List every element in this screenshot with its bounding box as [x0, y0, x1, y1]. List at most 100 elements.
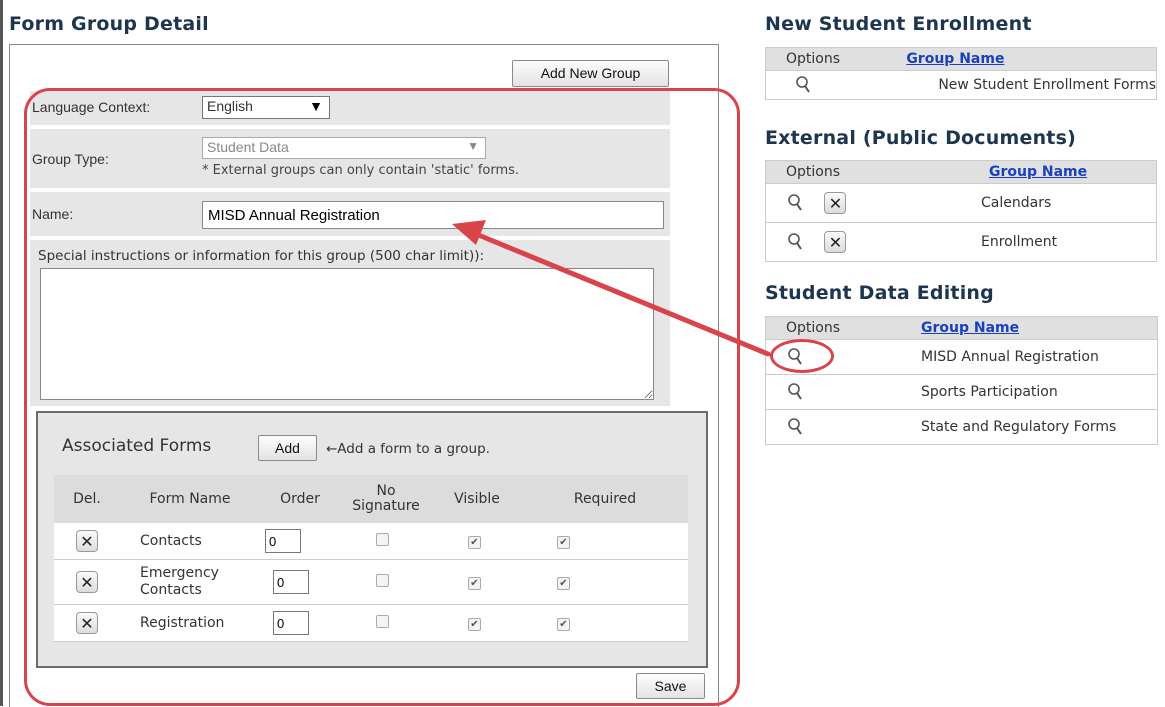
save-button[interactable]: Save [636, 673, 705, 699]
group-name-cell: Calendars [921, 183, 1157, 223]
group-name-sort-link[interactable]: Group Name [989, 164, 1087, 180]
col-options: Options [765, 160, 921, 184]
sde-table: Options Group Name MISD Annual Registrat… [765, 316, 1158, 445]
no-signature-checkbox[interactable] [376, 573, 389, 587]
add-new-group-button[interactable]: Add New Group [512, 60, 669, 87]
magnifier-icon[interactable] [786, 417, 806, 437]
options-cell: ✕ [765, 222, 921, 262]
language-label: Language Context: [32, 99, 151, 115]
options-cell: ✕ [765, 183, 921, 223]
name-label: Name: [32, 206, 74, 222]
add-form-button[interactable]: Add [258, 435, 317, 461]
form-name-cell: Registration [120, 604, 260, 642]
magnifier-icon[interactable] [786, 232, 806, 252]
external-header-row: Options Group Name [765, 160, 1157, 184]
check-icon[interactable]: ✔ [468, 577, 481, 590]
group-type-label: Group Type: [32, 151, 109, 167]
table-header-row: Del. Form Name Order No Signature Visibl… [54, 475, 688, 523]
magnifier-icon[interactable] [786, 382, 806, 402]
col-options: Options [765, 47, 907, 71]
visible-cell: ✔ [432, 559, 522, 605]
del-cell: ✕ [54, 604, 120, 642]
associated-forms-title: Associated Forms [62, 436, 212, 456]
language-select[interactable]: English ▼ [202, 96, 330, 119]
table-row: ✕ Contacts ✔ ✔ [54, 523, 688, 560]
group-type-row: Group Type: Student Data ▼ * External gr… [30, 129, 670, 188]
visible-cell: ✔ [432, 523, 522, 560]
list-item: ✕ Calendars [765, 183, 1157, 223]
no-signature-cell [340, 523, 432, 560]
table-row: ✕ Emergency Contacts ✔ ✔ [54, 559, 688, 605]
options-cell [765, 374, 921, 410]
x-icon[interactable]: ✕ [76, 530, 98, 552]
group-name-cell: Enrollment [921, 222, 1157, 262]
group-name-sort-link[interactable]: Group Name [921, 320, 1019, 336]
required-cell: ✔ [522, 559, 688, 605]
col-options: Options [765, 316, 921, 340]
group-type-select[interactable]: Student Data ▼ [202, 137, 486, 159]
col-group-name: Group Name [921, 160, 1157, 184]
order-input[interactable] [273, 570, 309, 594]
check-icon[interactable]: ✔ [557, 618, 570, 631]
no-signature-cell [340, 604, 432, 642]
order-input[interactable] [265, 529, 301, 553]
triangle-down-icon: ▼ [309, 98, 323, 114]
nse-table: Options Group Name New Student Enrollmen… [765, 47, 1157, 100]
order-input[interactable] [273, 611, 309, 635]
magnifier-icon[interactable] [786, 193, 806, 213]
required-cell: ✔ [522, 604, 688, 642]
x-icon[interactable]: ✕ [824, 231, 847, 253]
col-del: Del. [54, 475, 120, 523]
associated-forms-table: Del. Form Name Order No Signature Visibl… [54, 475, 688, 642]
x-icon[interactable]: ✕ [76, 571, 98, 593]
form-name-cell: Contacts [120, 523, 260, 560]
instructions-label: Special instructions or information for … [38, 248, 485, 264]
associated-forms-panel: Associated Forms Add ←Add a form to a gr… [36, 411, 708, 668]
x-icon[interactable]: ✕ [76, 612, 98, 634]
col-visible: Visible [432, 475, 522, 523]
no-signature-checkbox[interactable] [376, 614, 389, 628]
col-group-name: Group Name [906, 47, 1157, 71]
order-cell [260, 604, 340, 642]
name-input[interactable] [202, 201, 664, 229]
form-group-detail-title: Form Group Detail [9, 13, 209, 35]
options-cell [765, 70, 907, 100]
visible-cell: ✔ [432, 604, 522, 642]
student-data-editing-title: Student Data Editing [765, 282, 994, 304]
instructions-textarea[interactable] [40, 268, 654, 400]
instructions-row: Special instructions or information for … [30, 240, 670, 406]
magnifier-icon[interactable] [794, 75, 814, 95]
new-student-enrollment-title: New Student Enrollment [765, 13, 1032, 35]
check-icon[interactable]: ✔ [468, 536, 481, 549]
table-row: ✕ Registration ✔ ✔ [54, 604, 688, 642]
form-name: Emergency Contacts [140, 565, 219, 598]
options-cell [765, 339, 921, 375]
list-item: MISD Annual Registration [765, 339, 1158, 375]
check-icon[interactable]: ✔ [557, 577, 570, 590]
options-cell [765, 409, 921, 445]
group-name-cell: Sports Participation [921, 374, 1158, 410]
del-cell: ✕ [54, 523, 120, 560]
col-order: Order [260, 475, 340, 523]
form-name-cell: Emergency Contacts [120, 559, 260, 605]
magnifier-icon[interactable] [786, 347, 806, 367]
no-signature-checkbox[interactable] [376, 532, 389, 546]
language-value: English [207, 98, 253, 114]
col-group-name: Group Name [921, 316, 1158, 340]
list-item: New Student Enrollment Forms [765, 70, 1157, 100]
external-table: Options Group Name ✕ Calendars ✕ Enrollm… [765, 160, 1157, 262]
check-icon[interactable]: ✔ [557, 536, 570, 549]
sde-header-row: Options Group Name [765, 316, 1158, 340]
group-name-sort-link[interactable]: Group Name [906, 51, 1004, 67]
list-item: Sports Participation [765, 374, 1158, 410]
check-icon[interactable]: ✔ [468, 618, 481, 631]
list-item: ✕ Enrollment [765, 222, 1157, 262]
del-cell: ✕ [54, 559, 120, 605]
x-icon[interactable]: ✕ [824, 192, 847, 214]
name-row: Name: [30, 192, 670, 236]
order-cell [260, 523, 340, 560]
required-cell: ✔ [522, 523, 688, 560]
group-type-note: * External groups can only contain 'stat… [202, 163, 520, 178]
add-form-hint: ←Add a form to a group. [326, 441, 490, 457]
col-required: Required [522, 475, 688, 523]
